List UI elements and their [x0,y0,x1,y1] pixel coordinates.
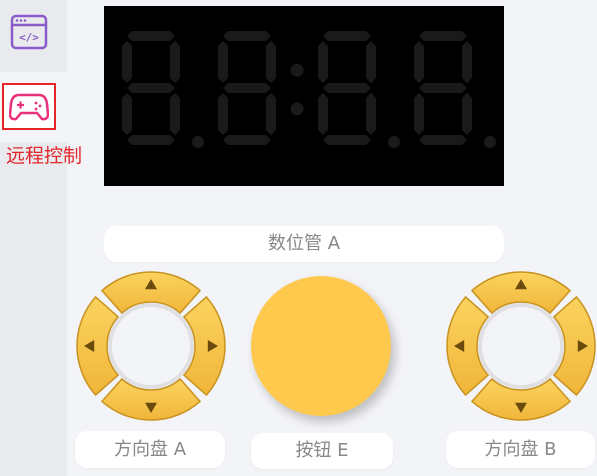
code-window-icon[interactable]: </> [10,14,48,52]
segment [122,41,132,83]
display-name-label: 数位管 A [104,226,504,262]
sidebar-item-label: 远程控制 [6,145,83,167]
segment [462,41,472,83]
segment [462,93,472,135]
segment [127,135,175,145]
dpad-b-label: 方向盘 B [446,431,595,468]
segment [318,41,328,83]
svg-text:</>: </> [19,31,39,44]
segment [419,31,467,41]
segment [318,93,328,135]
segment [323,31,371,41]
segment [127,31,175,41]
segment [414,41,424,83]
segment [122,93,132,135]
segment [127,83,175,93]
decimal-point [388,136,400,148]
segment [414,93,424,135]
sidebar-item-remote[interactable] [2,83,56,130]
dpad-a-label: 方向盘 A [75,431,225,468]
segment [170,93,180,135]
segment [323,135,371,145]
segment [170,41,180,83]
segment [419,83,467,93]
colon-dot [290,102,304,116]
segment [223,31,271,41]
decimal-point [484,136,496,148]
decimal-point [192,136,204,148]
sidebar: </> 远程控制 [0,0,82,476]
colon-dot [290,63,304,77]
dpad-b[interactable] [445,270,597,422]
segment [366,93,376,135]
segment [223,83,271,93]
segment [266,93,276,135]
segment [223,135,271,145]
gamepad-icon [9,93,49,120]
segment [218,93,228,135]
segment [266,41,276,83]
segment [323,83,371,93]
seven-segment-display [104,6,504,186]
segment [366,41,376,83]
button-e-label: 按钮 E [251,433,393,469]
dpad-a[interactable] [75,270,227,422]
button-e[interactable] [251,276,391,416]
segment [419,135,467,145]
segment [218,41,228,83]
